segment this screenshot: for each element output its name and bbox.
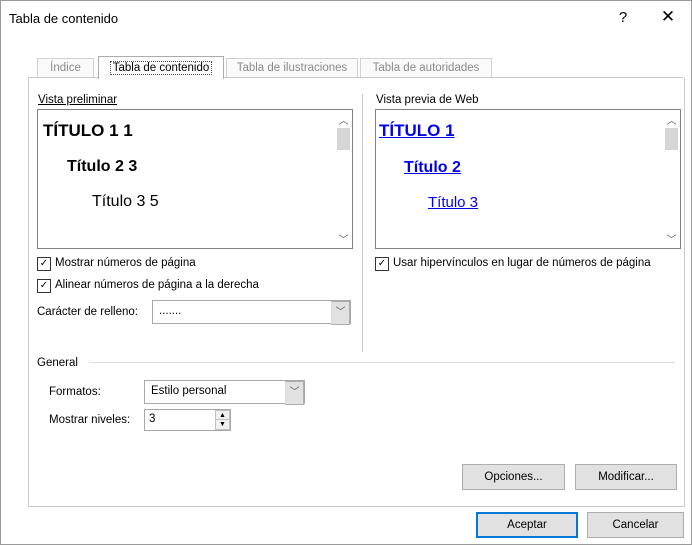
scroll-down-icon[interactable]: ﹀ [663, 231, 680, 246]
chevron-down-icon[interactable]: ﹀ [285, 381, 304, 405]
formats-label: Formatos: [49, 386, 101, 398]
dialog-title: Tabla de contenido [9, 11, 119, 26]
cancel-button[interactable]: Cancelar [587, 512, 684, 538]
show-page-numbers-checkbox[interactable]: ✓ [37, 257, 51, 271]
tab-leader-select[interactable]: ....... ﹀ [152, 300, 351, 325]
show-levels-value: 3 [149, 413, 156, 425]
options-button[interactable]: Opciones... [462, 464, 565, 490]
use-hyperlinks-label: Usar hipervínculos en lugar de números d… [393, 257, 651, 269]
print-preview-scrollbar[interactable]: ︿ ﹀ [335, 110, 352, 248]
print-preview-heading-3: Título 3 5 [92, 193, 159, 210]
right-align-label: Alinear números de página a la derecha [55, 279, 259, 291]
use-hyperlinks-checkbox[interactable]: ✓ [375, 257, 389, 271]
tab-leader-value: ....... [159, 305, 182, 317]
web-preview-heading-1[interactable]: TÍTULO 1 [379, 121, 455, 141]
scroll-thumb[interactable] [665, 128, 678, 150]
ok-button[interactable]: Aceptar [476, 512, 578, 538]
column-divider [362, 94, 363, 352]
scroll-down-icon[interactable]: ﹀ [335, 231, 352, 246]
right-align-checkbox[interactable]: ✓ [37, 279, 51, 293]
web-preview-label: Vista previa de Web [376, 94, 479, 106]
general-group-line [89, 362, 675, 363]
web-preview-box: TÍTULO 1 Título 2 Título 3 ︿ ﹀ [375, 109, 681, 249]
formats-value: Estilo personal [151, 385, 227, 397]
web-preview-heading-3[interactable]: Título 3 [428, 194, 478, 211]
general-group-heading: General [37, 357, 78, 369]
tab-index[interactable]: Índice [37, 58, 94, 78]
close-button[interactable]: ✕ [657, 7, 679, 27]
help-button[interactable]: ? [615, 9, 631, 26]
print-preview-label: Vista preliminar [38, 94, 118, 106]
modify-button[interactable]: Modificar... [575, 464, 677, 490]
scroll-up-icon[interactable]: ︿ [335, 112, 352, 127]
show-levels-label: Mostrar niveles: [49, 414, 131, 426]
toc-dialog: Tabla de contenido ? ✕ Índice Tabla de c… [0, 0, 692, 545]
stepper-down-icon[interactable]: ▼ [215, 419, 230, 430]
tab-table-of-figures[interactable]: Tabla de ilustraciones [226, 58, 358, 78]
scroll-thumb[interactable] [337, 128, 350, 150]
title-bar: Tabla de contenido ? ✕ [1, 1, 691, 35]
formats-select[interactable]: Estilo personal ﹀ [144, 380, 305, 405]
web-preview-heading-2[interactable]: Título 2 [404, 159, 461, 177]
print-preview-heading-2: Título 2 3 [67, 158, 138, 175]
show-levels-stepper[interactable]: 3 ▲ ▼ [144, 409, 231, 431]
web-preview-scrollbar[interactable]: ︿ ﹀ [663, 110, 680, 248]
chevron-down-icon[interactable]: ﹀ [331, 301, 350, 325]
show-page-numbers-label: Mostrar números de página [55, 257, 196, 269]
tab-table-of-contents[interactable]: Tabla de contenido [98, 56, 224, 79]
tab-table-of-authorities[interactable]: Tabla de autoridades [360, 58, 492, 78]
print-preview-heading-1: TÍTULO 1 1 [43, 121, 133, 140]
scroll-up-icon[interactable]: ︿ [663, 112, 680, 127]
print-preview-box: TÍTULO 1 1 Título 2 3 Título 3 5 ︿ ﹀ [37, 109, 353, 249]
tab-leader-label: Carácter de relleno: [37, 306, 138, 318]
